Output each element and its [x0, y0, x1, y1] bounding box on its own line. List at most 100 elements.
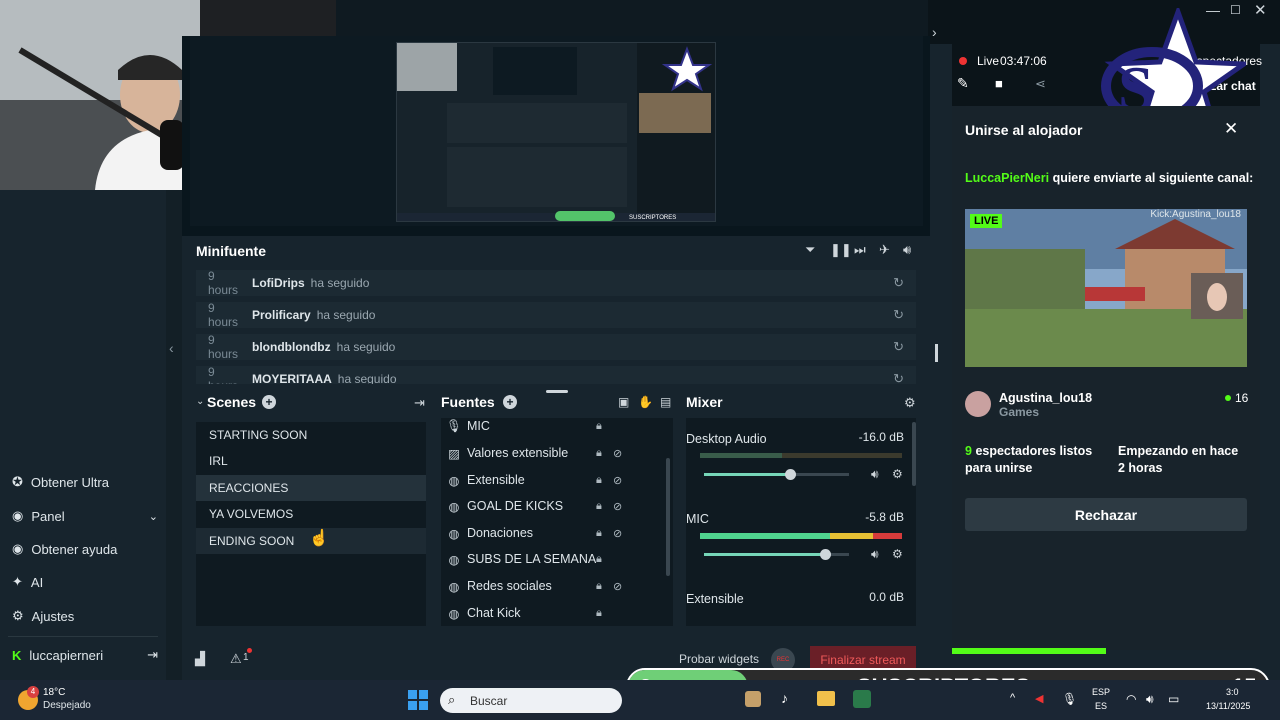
- add-source-icon[interactable]: +: [503, 395, 517, 409]
- meter-fill: [700, 453, 782, 458]
- test-widgets-button[interactable]: Probar widgets: [679, 652, 759, 666]
- alert-icon[interactable]: ⚠: [230, 651, 242, 667]
- slider-knob[interactable]: [820, 549, 831, 560]
- viewer-dot: [1225, 395, 1231, 401]
- nav-ai[interactable]: ✦ AI: [12, 574, 43, 590]
- source-item[interactable]: ◍ GOAL DE KICKS 🔒︎ ⊘: [441, 493, 671, 519]
- logout-icon[interactable]: ⇥: [147, 647, 158, 663]
- taskbar-search[interactable]: ⌕ Buscar: [440, 688, 622, 713]
- lock-icon[interactable]: 🔒︎: [596, 607, 602, 620]
- folder-icon[interactable]: [817, 691, 835, 706]
- lock-icon[interactable]: 🔒︎: [596, 527, 602, 540]
- tray-expand-icon[interactable]: ^: [1010, 692, 1015, 704]
- battery-icon[interactable]: ▭: [1168, 692, 1179, 706]
- source-item[interactable]: ◍ Redes sociales 🔒︎ ⊘: [441, 573, 671, 599]
- eye-off-icon[interactable]: ⊘: [613, 500, 622, 513]
- mixer-settings-icon[interactable]: ⚙: [904, 395, 916, 411]
- eye-off-icon[interactable]: ⊘: [613, 580, 622, 593]
- scene-transition-icon[interactable]: ⇥: [414, 395, 425, 411]
- live-label: Live: [977, 54, 1000, 68]
- globe-icon: ◍: [448, 552, 460, 567]
- close-window-icon[interactable]: ✕: [1254, 1, 1267, 19]
- source-filter-icon[interactable]: ✋: [638, 395, 653, 409]
- source-item[interactable]: ◍ Extensible 🔒︎ ⊘: [441, 467, 671, 493]
- skip-icon[interactable]: ⏭: [854, 242, 866, 258]
- volume-icon[interactable]: 🔊︎: [903, 242, 911, 258]
- tiktok-icon[interactable]: ♪: [781, 690, 788, 706]
- mic-tray-icon[interactable]: 🎙︎: [1062, 692, 1077, 706]
- eye-off-icon[interactable]: ⊘: [613, 474, 622, 487]
- stats-icon[interactable]: ▟: [195, 651, 205, 667]
- chevron-down-icon[interactable]: ⌄: [196, 396, 204, 407]
- volume-tray-icon[interactable]: 🔊︎: [1146, 692, 1154, 707]
- scene-item[interactable]: STARTING SOON: [196, 422, 426, 448]
- lock-icon[interactable]: 🔒︎: [596, 474, 602, 487]
- left-collapse-bar[interactable]: ‹: [166, 190, 182, 680]
- panel-icon: ◉: [12, 508, 24, 523]
- filter-icon[interactable]: ⏷: [805, 242, 815, 258]
- nav-panel[interactable]: ◉ Panel ⌄: [12, 508, 158, 524]
- resize-handle[interactable]: [546, 390, 568, 393]
- scene-item[interactable]: YA VOLVEMOS: [196, 501, 426, 527]
- source-item[interactable]: ◍ Donaciones 🔒︎ ⊘: [441, 520, 671, 546]
- lock-icon[interactable]: 🔒︎: [596, 420, 602, 433]
- chevron-right-icon[interactable]: ›: [932, 24, 937, 40]
- windows-start-icon[interactable]: [408, 690, 428, 710]
- lock-icon[interactable]: 🔒︎: [596, 580, 602, 593]
- nav-obtener-ayuda[interactable]: ◉ Obtener ayuda: [12, 541, 117, 557]
- mute-alerts-icon[interactable]: ✈: [879, 242, 890, 258]
- source-folder-icon[interactable]: ▤: [660, 395, 671, 409]
- source-item[interactable]: ◍ Chat Kick 🔒︎: [441, 600, 671, 626]
- add-scene-icon[interactable]: +: [262, 395, 276, 409]
- channel-thumbnail[interactable]: LIVE Kick:Agustina_lou18: [965, 209, 1247, 367]
- mixer-title: Mixer: [686, 394, 723, 410]
- wifi-icon[interactable]: ◠: [1126, 692, 1136, 706]
- clock-time[interactable]: 3:0: [1226, 687, 1239, 697]
- source-item[interactable]: 🎙︎ MIC 🔒︎: [441, 413, 671, 439]
- source-item[interactable]: ◍ SUBS DE LA SEMANA 🔒︎: [441, 546, 671, 572]
- replay-icon[interactable]: ↻: [893, 339, 904, 355]
- desktop-audio-slider[interactable]: [704, 469, 849, 480]
- eye-off-icon[interactable]: ⊘: [613, 447, 622, 460]
- channel-settings-icon[interactable]: ⚙: [892, 547, 903, 561]
- viewer-count: 16: [1235, 391, 1249, 405]
- lock-icon[interactable]: 🔒︎: [596, 447, 602, 460]
- lock-icon[interactable]: 🔒︎: [596, 553, 602, 566]
- channel-name[interactable]: Agustina_lou18: [999, 391, 1092, 405]
- nav-user[interactable]: Kluccapierneri ⇥: [12, 647, 158, 663]
- source-item[interactable]: ▨ Valores extensible 🔒︎ ⊘: [441, 440, 671, 466]
- close-icon[interactable]: ✕: [1224, 119, 1238, 139]
- volume-icon[interactable]: 🔊︎: [871, 467, 879, 482]
- pause-icon[interactable]: ❚❚: [830, 242, 852, 258]
- lock-icon[interactable]: 🔒︎: [596, 500, 602, 513]
- channel-settings-icon[interactable]: ⚙: [892, 467, 903, 481]
- chevron-left-icon[interactable]: ‹: [169, 340, 174, 356]
- replay-icon[interactable]: ↻: [893, 371, 904, 384]
- live-dot: [959, 57, 967, 65]
- nav-obtener-ultra[interactable]: ✪ Obtener Ultra: [12, 474, 109, 490]
- share-icon[interactable]: ⋖: [1035, 76, 1046, 92]
- replay-icon[interactable]: ↻: [893, 307, 904, 323]
- eye-off-icon[interactable]: ⊘: [613, 527, 622, 540]
- source-scrollbar[interactable]: [666, 458, 670, 576]
- mixer-scrollbar[interactable]: [912, 422, 916, 486]
- camera-icon[interactable]: ■: [995, 76, 1003, 91]
- replay-icon[interactable]: ↻: [893, 275, 904, 291]
- scrollbar-thumb[interactable]: [935, 344, 938, 362]
- slider-knob[interactable]: [785, 469, 796, 480]
- mic-slider[interactable]: [704, 549, 849, 560]
- lang-primary[interactable]: ESP: [1092, 687, 1110, 697]
- reject-button[interactable]: Rechazar: [965, 498, 1247, 531]
- scene-item[interactable]: IRL: [196, 448, 426, 474]
- kick-icon: K: [12, 647, 22, 663]
- volume-icon[interactable]: 🔊︎: [871, 547, 879, 562]
- search-icon: ⌕: [448, 692, 456, 707]
- tray-app-icon[interactable]: ◀: [1035, 692, 1043, 705]
- edit-icon[interactable]: ✎: [957, 75, 969, 92]
- nested-preview-image: SUSCRIPTORES: [397, 43, 715, 221]
- store-icon[interactable]: [745, 691, 761, 707]
- nav-ajustes[interactable]: ⚙ Ajustes: [12, 608, 74, 624]
- app-icon[interactable]: [853, 690, 871, 708]
- scene-item-selected[interactable]: REACCIONES: [196, 475, 426, 501]
- source-monitor-icon[interactable]: ▣: [618, 395, 629, 409]
